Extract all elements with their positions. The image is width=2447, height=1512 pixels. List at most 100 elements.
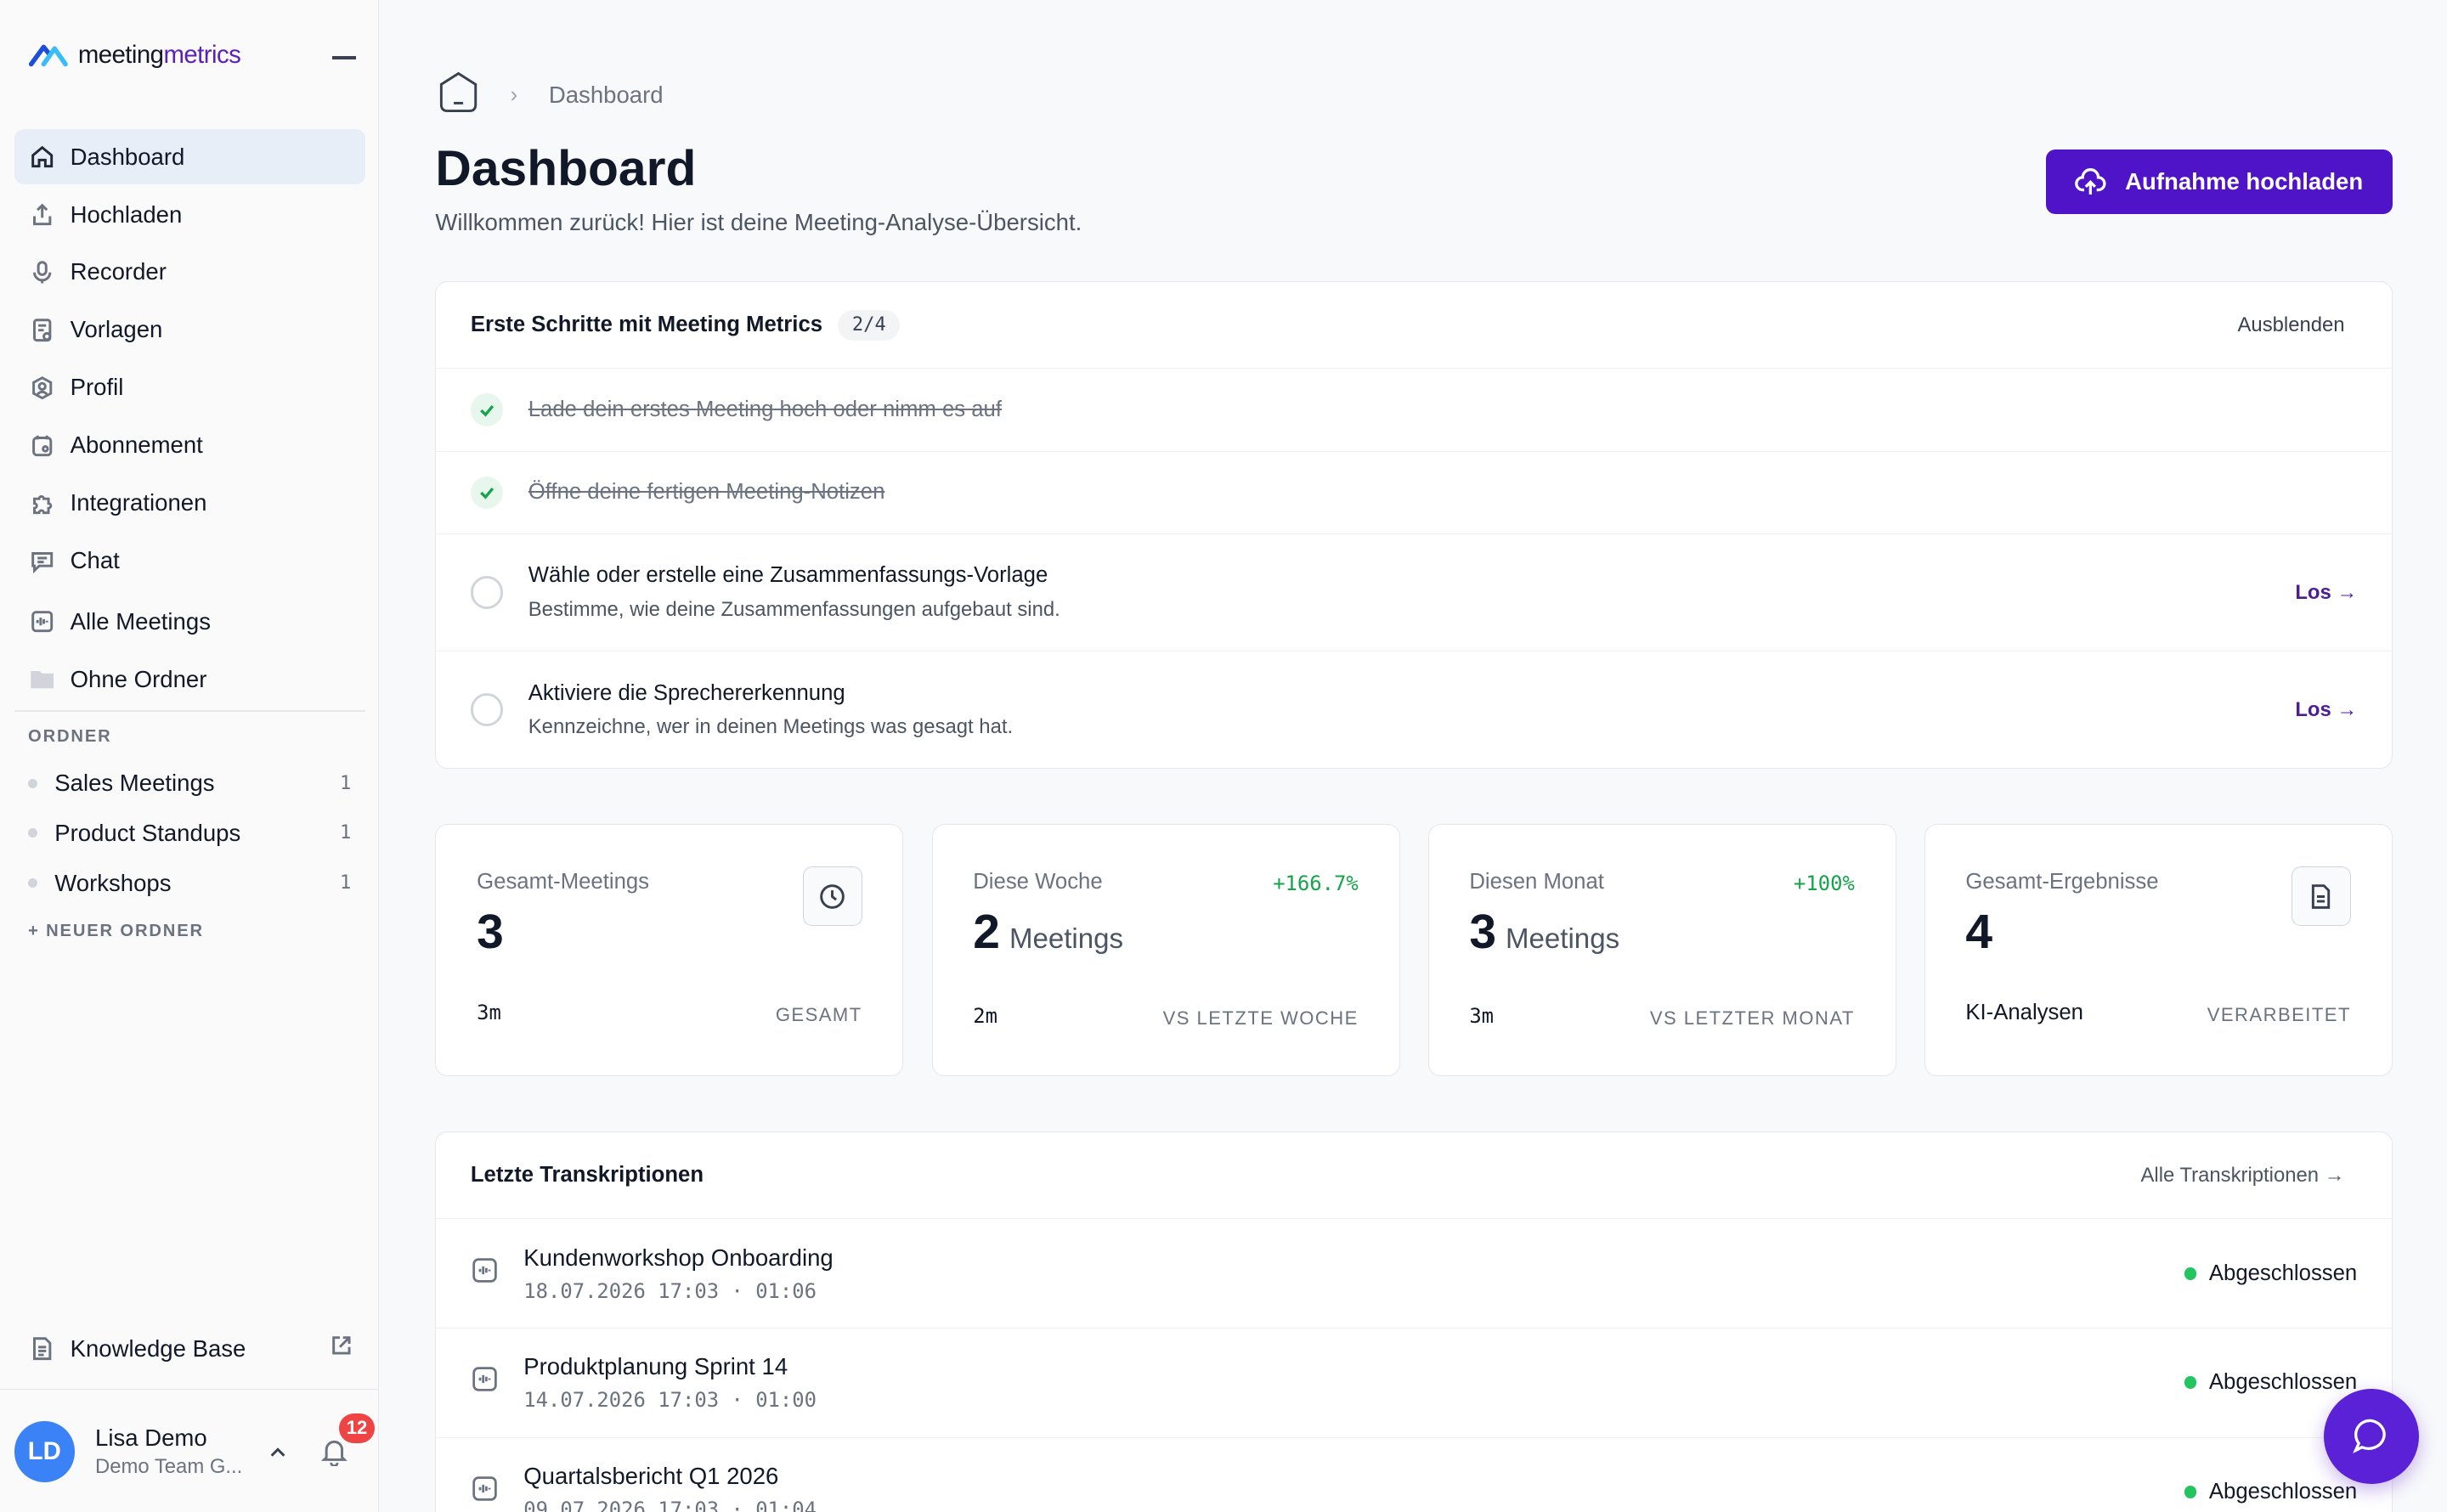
step-title: Öffne deine fertigen Meeting-Notizen [528, 480, 885, 505]
knowledge-base-label: Knowledge Base [70, 1334, 246, 1362]
chat-icon [30, 549, 54, 573]
folder-label: Product Standups [54, 819, 241, 846]
nav-integrationen[interactable]: Integrationen [14, 476, 365, 530]
page-subtitle: Willkommen zurück! Hier ist deine Meetin… [435, 209, 1082, 236]
avatar: LD [14, 1421, 76, 1482]
stat-label: Diesen Monat [1469, 870, 1604, 894]
external-link-icon [331, 1334, 353, 1362]
onboarding-title: Erste Schritte mit Meeting Metrics [470, 313, 823, 337]
stat-label: Gesamt-Ergebnisse [1965, 870, 2159, 894]
empty-circle-icon [470, 693, 504, 727]
nav-label: Vorlagen [70, 316, 163, 343]
chat-support-button[interactable] [2323, 1388, 2419, 1484]
user-team: Demo Team G... [95, 1454, 243, 1478]
nav-label: Integrationen [70, 489, 207, 516]
audio-file-icon [471, 1365, 499, 1400]
stat-card-this-week: Diese Woche 2 Meetings +166.7% 2m VS LETZ… [931, 823, 1400, 1077]
all-transcriptions-link[interactable]: Alle Transkriptionen → [2141, 1164, 2345, 1188]
check-icon [470, 476, 504, 510]
onboarding-step: Öffne deine fertigen Meeting-Notizen [436, 452, 2392, 535]
nav-label: Abonnement [70, 432, 203, 459]
knowledge-base-link[interactable]: Knowledge Base [14, 1322, 365, 1376]
stat-change: +100% [1793, 871, 1855, 895]
nav-label: Profil [70, 374, 124, 401]
chevron-right-icon: › [510, 82, 518, 107]
stat-foot: KI-Analysen [1965, 1001, 2083, 1025]
sidebar: meetingmetrics Dashboard Hochladen Recor… [0, 0, 380, 1512]
nav-chat[interactable]: Chat [14, 533, 365, 588]
step-go-link[interactable]: Los → [2295, 581, 2357, 605]
status-badge: Abgeschlossen [2184, 1370, 2357, 1395]
folder-dot [28, 828, 38, 838]
onboarding-step: Lade dein erstes Meeting hoch oder nimm … [436, 369, 2392, 452]
transcription-meta: 09.07.2026 17:03 · 01:04 [523, 1497, 817, 1512]
nav-hochladen[interactable]: Hochladen [14, 187, 365, 241]
folder-dot [28, 878, 38, 889]
status-dot [2184, 1486, 2197, 1498]
nav-dashboard[interactable]: Dashboard [14, 129, 365, 184]
transcription-row[interactable]: Produktplanung Sprint 14 14.07.2026 17:0… [436, 1329, 2392, 1438]
puzzle-icon [30, 491, 54, 516]
user-menu[interactable]: LD Lisa Demo Demo Team G... [14, 1421, 243, 1482]
nav-profil[interactable]: Profil [14, 360, 365, 415]
stat-value: 3 Meetings [1469, 905, 1620, 960]
folder-item-product-standups[interactable]: Product Standups 1 [14, 808, 365, 858]
recent-title: Letzte Transkriptionen [470, 1163, 704, 1188]
status-badge: Abgeschlossen [2184, 1261, 2357, 1286]
stat-label: Gesamt-Meetings [477, 870, 650, 894]
stat-value: 3 [477, 905, 504, 960]
nav-abonnement[interactable]: Abonnement [14, 418, 365, 472]
stat-card-this-month: Diesen Monat 3 Meetings +100% 3m VS LETZT… [1427, 823, 1896, 1077]
main-content: › Dashboard Dashboard Willkommen zurück!… [379, 0, 2447, 1512]
nav-recorder[interactable]: Recorder [14, 245, 365, 299]
hide-button[interactable]: Ausblenden [2238, 313, 2345, 337]
stat-foot-right: VERARBEITET [2207, 1003, 2351, 1025]
home-icon[interactable] [435, 69, 482, 122]
chevron-up-icon[interactable] [268, 1443, 287, 1462]
nav-label: Ohne Ordner [70, 665, 207, 692]
onboarding-step: Aktiviere die Sprechererkennung Kennzeic… [436, 652, 2391, 769]
transcription-row[interactable]: Kundenworkshop Onboarding 18.07.2026 17:… [436, 1219, 2392, 1329]
step-title: Lade dein erstes Meeting hoch oder nimm … [528, 398, 1002, 422]
new-folder-button[interactable]: + NEUER ORDNER [28, 922, 204, 941]
folder-icon [30, 667, 54, 691]
transcription-title: Produktplanung Sprint 14 [523, 1353, 788, 1380]
transcription-meta: 18.07.2026 17:03 · 01:06 [523, 1278, 817, 1303]
logo[interactable]: meetingmetrics [28, 40, 241, 70]
folder-count: 1 [339, 822, 352, 844]
stat-foot: 3m [477, 1001, 501, 1025]
step-go-link[interactable]: Los → [2295, 698, 2357, 722]
stat-foot: 2m [973, 1003, 997, 1028]
stat-foot-right: VS LETZTER MONAT [1649, 1007, 1855, 1029]
document-icon [30, 1336, 54, 1361]
step-title: Aktiviere die Sprechererkennung [528, 680, 845, 705]
status-dot [2184, 1376, 2197, 1390]
nav-vorlagen[interactable]: Vorlagen [14, 302, 365, 357]
upload-recording-button[interactable]: Aufnahme hochladen [2045, 150, 2393, 214]
step-title: Wähle oder erstelle eine Zusammenfassung… [528, 563, 1048, 588]
nav-alle-meetings[interactable]: Alle Meetings [14, 595, 365, 649]
subscription-icon [30, 433, 54, 458]
audio-file-icon [471, 1475, 499, 1509]
logo-text-2: metrics [163, 40, 241, 69]
folder-item-workshops[interactable]: Workshops 1 [14, 858, 365, 908]
recent-transcriptions-card: Letzte Transkriptionen Alle Transkriptio… [435, 1131, 2393, 1512]
sidebar-divider [14, 709, 365, 712]
onboarding-card: Erste Schritte mit Meeting Metrics 2/4 A… [435, 280, 2393, 770]
template-icon [30, 318, 54, 342]
audio-file-icon [471, 1256, 499, 1291]
stat-foot-right: VS LETZTE WOCHE [1162, 1007, 1359, 1029]
nav-label: Alle Meetings [70, 607, 211, 635]
folder-item-sales-meetings[interactable]: Sales Meetings 1 [14, 759, 365, 809]
transcription-title: Kundenworkshop Onboarding [523, 1244, 834, 1271]
main-nav: Dashboard Hochladen Recorder Vorlagen Pr… [14, 129, 365, 709]
nav-ohne-ordner[interactable]: Ohne Ordner [14, 652, 365, 707]
bell-icon[interactable] [319, 1436, 350, 1474]
collapse-sidebar-icon[interactable] [332, 56, 356, 59]
transcription-row[interactable]: Quartalsbericht Q1 2026 09.07.2026 17:03… [436, 1438, 2391, 1512]
step-description: Bestimme, wie deine Zusammenfassungen au… [528, 597, 1060, 621]
breadcrumb-current: Dashboard [548, 82, 664, 109]
breadcrumb: › Dashboard [435, 69, 664, 122]
status-dot [2184, 1267, 2197, 1280]
nav-label: Hochladen [70, 200, 183, 228]
